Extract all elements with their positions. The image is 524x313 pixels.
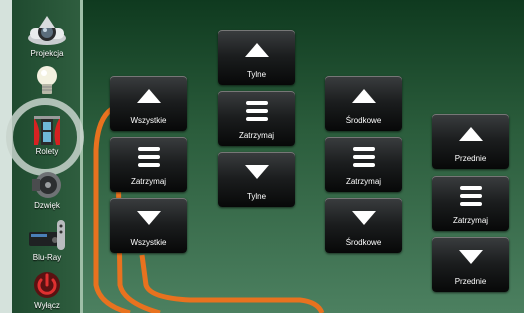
button-label: Tylne	[246, 70, 267, 79]
stop-icon	[459, 186, 482, 206]
button-label: Wszystkie	[130, 238, 167, 247]
middle-up-button[interactable]: Środkowe	[325, 76, 402, 131]
rear-down-button[interactable]: Tylne	[218, 152, 295, 207]
arrow-up-icon	[351, 89, 376, 103]
button-label: Środkowe	[345, 238, 382, 247]
arrow-down-icon	[244, 165, 269, 179]
button-label: Zatrzymaj	[452, 216, 489, 225]
all-stop-button[interactable]: Zatrzymaj	[110, 137, 187, 192]
rear-up-button[interactable]: Tylne	[218, 30, 295, 85]
arrow-up-icon	[458, 127, 483, 141]
stop-icon	[137, 147, 160, 167]
arrow-down-icon	[136, 211, 161, 225]
middle-down-button[interactable]: Środkowe	[325, 198, 402, 253]
arrow-down-icon	[458, 250, 483, 264]
front-down-button[interactable]: Przednie	[432, 237, 509, 292]
button-label: Przednie	[454, 277, 487, 286]
button-label: Zatrzymaj	[345, 177, 382, 186]
button-label: Wszystkie	[130, 116, 167, 125]
button-label: Przednie	[454, 154, 487, 163]
button-label: Tylne	[246, 192, 267, 201]
arrow-up-icon	[244, 43, 269, 57]
rear-stop-button[interactable]: Zatrzymaj	[218, 91, 295, 146]
front-up-button[interactable]: Przednie	[432, 114, 509, 169]
arrow-up-icon	[136, 89, 161, 103]
button-label: Zatrzymaj	[238, 131, 275, 140]
all-down-button[interactable]: Wszystkie	[110, 198, 187, 253]
arrow-down-icon	[351, 211, 376, 225]
button-label: Zatrzymaj	[130, 177, 167, 186]
front-stop-button[interactable]: Zatrzymaj	[432, 176, 509, 231]
stop-icon	[245, 101, 268, 121]
button-label: Środkowe	[345, 116, 382, 125]
stop-icon	[352, 147, 375, 167]
all-up-button[interactable]: Wszystkie	[110, 76, 187, 131]
middle-stop-button[interactable]: Zatrzymaj	[325, 137, 402, 192]
